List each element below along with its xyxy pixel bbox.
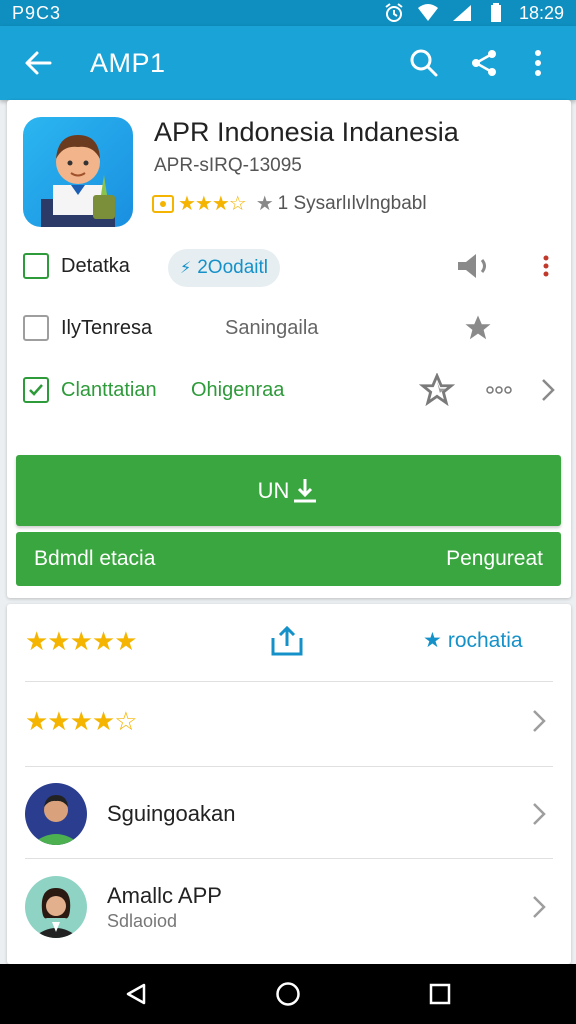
reviews-card: ★★★★★ ★ rochatia ★★★★☆ Sguingoakan Amall…: [7, 604, 571, 964]
speaker-button[interactable]: [451, 250, 493, 282]
status-bar: P9C3 18:29: [0, 0, 576, 26]
download-icon: [294, 478, 317, 502]
check-icon: [29, 384, 43, 396]
rating-4-stars: ★★★★☆: [25, 705, 138, 736]
search-icon: [410, 49, 438, 77]
install-button-label: UN: [257, 477, 290, 503]
checkbox-checked[interactable]: [23, 377, 49, 403]
share-review-button[interactable]: [269, 624, 305, 663]
badge-icon: [152, 194, 174, 213]
divider: [25, 681, 553, 682]
more-horiz-icon: [486, 386, 512, 394]
arrow-left-icon: [25, 51, 52, 75]
overflow-menu-button[interactable]: [514, 39, 562, 87]
signal-icon: [451, 4, 473, 22]
row-label: Detatka: [61, 254, 130, 277]
share-icon: [472, 50, 496, 76]
recents-square-icon: [429, 983, 451, 1005]
review-link-label: rochatia: [447, 628, 523, 652]
info-chip[interactable]: ⚡ 2Oodaitl: [168, 249, 281, 287]
nav-back-button[interactable]: [112, 970, 160, 1018]
bolt-icon: ⚡: [180, 260, 192, 277]
option-row-clanttatian[interactable]: Clanttatian Ohigenraa: [23, 370, 555, 410]
app-rating-row: ★★★☆ ★ 1 Sysarlılvlngbabl: [152, 191, 427, 216]
app-details-card: APR Indonesia Indanesia APR-sIRQ-13095 ★…: [7, 100, 571, 598]
person-name: Amallc APP: [107, 882, 222, 908]
chip-label: 2Oodaitl: [197, 257, 269, 278]
star-teal-icon: ★: [423, 629, 442, 652]
chevron-right-icon: [529, 893, 549, 921]
share-up-icon: [271, 625, 303, 656]
app-bar: AMP1: [0, 26, 576, 100]
more-vert-icon: [535, 50, 541, 76]
search-button[interactable]: [400, 39, 448, 87]
row-middle-text: Saningaila: [225, 316, 319, 339]
option-row-tenresa[interactable]: IlyTenresa Saningaila: [23, 308, 555, 348]
back-triangle-icon: [126, 983, 146, 1005]
row-label: IlyTenresa: [61, 316, 153, 339]
wifi-icon: [417, 4, 439, 22]
more-vert-icon: [543, 255, 549, 277]
person-name: Sguingoakan: [107, 801, 236, 826]
row-menu-button[interactable]: [541, 252, 551, 280]
app-icon[interactable]: [23, 117, 133, 227]
person-row-1[interactable]: Sguingoakan: [7, 779, 571, 849]
star-outline-button[interactable]: [417, 372, 457, 408]
app-bar-title: AMP1: [90, 47, 166, 78]
row-chevron-button[interactable]: [539, 376, 557, 404]
rating-5-stars: ★★★★★: [25, 625, 138, 656]
checkbox[interactable]: [23, 253, 49, 279]
speaker-icon: [458, 254, 486, 278]
person-subtitle: Sdlaoiod: [107, 910, 178, 931]
app-name: APR Indonesia Indanesia: [154, 117, 459, 147]
star-gray-icon: ★: [255, 193, 274, 215]
row-middle-text: Ohigenraa: [191, 378, 285, 401]
nav-home-button[interactable]: [264, 970, 312, 1018]
app-rating-stars: ★★★☆: [178, 193, 247, 215]
divider: [25, 858, 553, 859]
star-outline-icon: [419, 373, 455, 407]
secondary-right-label: Pengureat: [446, 547, 543, 570]
alarm-icon: [383, 3, 405, 22]
share-button[interactable]: [460, 39, 508, 87]
avatar: [25, 876, 87, 938]
favorite-button[interactable]: [461, 312, 495, 344]
status-bar-left-text: P9C3: [12, 2, 62, 23]
chevron-right-icon: [542, 379, 555, 401]
back-button[interactable]: [14, 39, 62, 87]
review-summary-row[interactable]: ★★★★★ ★ rochatia: [7, 616, 571, 666]
person-row-2[interactable]: Amallc APP Sdlaoiod: [7, 872, 571, 942]
chevron-right-icon: [529, 800, 549, 828]
battery-icon: [485, 3, 507, 22]
avatar: [25, 783, 87, 845]
system-nav-bar: [0, 964, 576, 1024]
divider: [25, 766, 553, 767]
app-id: APR-sIRQ-13095: [154, 155, 302, 176]
star-icon: [465, 315, 491, 340]
review-link[interactable]: ★ rochatia: [423, 628, 523, 653]
app-rating-text: 1 Sysarlılvlngbabl: [277, 192, 427, 214]
home-circle-icon: [276, 982, 300, 1006]
secondary-action-bar[interactable]: Bdmdl etacia Pengureat: [16, 532, 561, 586]
more-horiz-button[interactable]: [485, 382, 513, 398]
row-label: Clanttatian: [61, 378, 157, 401]
status-bar-time: 18:29: [518, 2, 564, 23]
nav-recents-button[interactable]: [416, 970, 464, 1018]
secondary-left-label: Bdmdl etacia: [34, 547, 156, 570]
chevron-right-icon: [529, 707, 549, 735]
option-row-detatka[interactable]: Detatka ⚡ 2Oodaitl: [23, 246, 555, 287]
install-button[interactable]: UN: [16, 455, 561, 526]
checkbox[interactable]: [23, 315, 49, 341]
rating-row-4[interactable]: ★★★★☆: [7, 696, 571, 746]
